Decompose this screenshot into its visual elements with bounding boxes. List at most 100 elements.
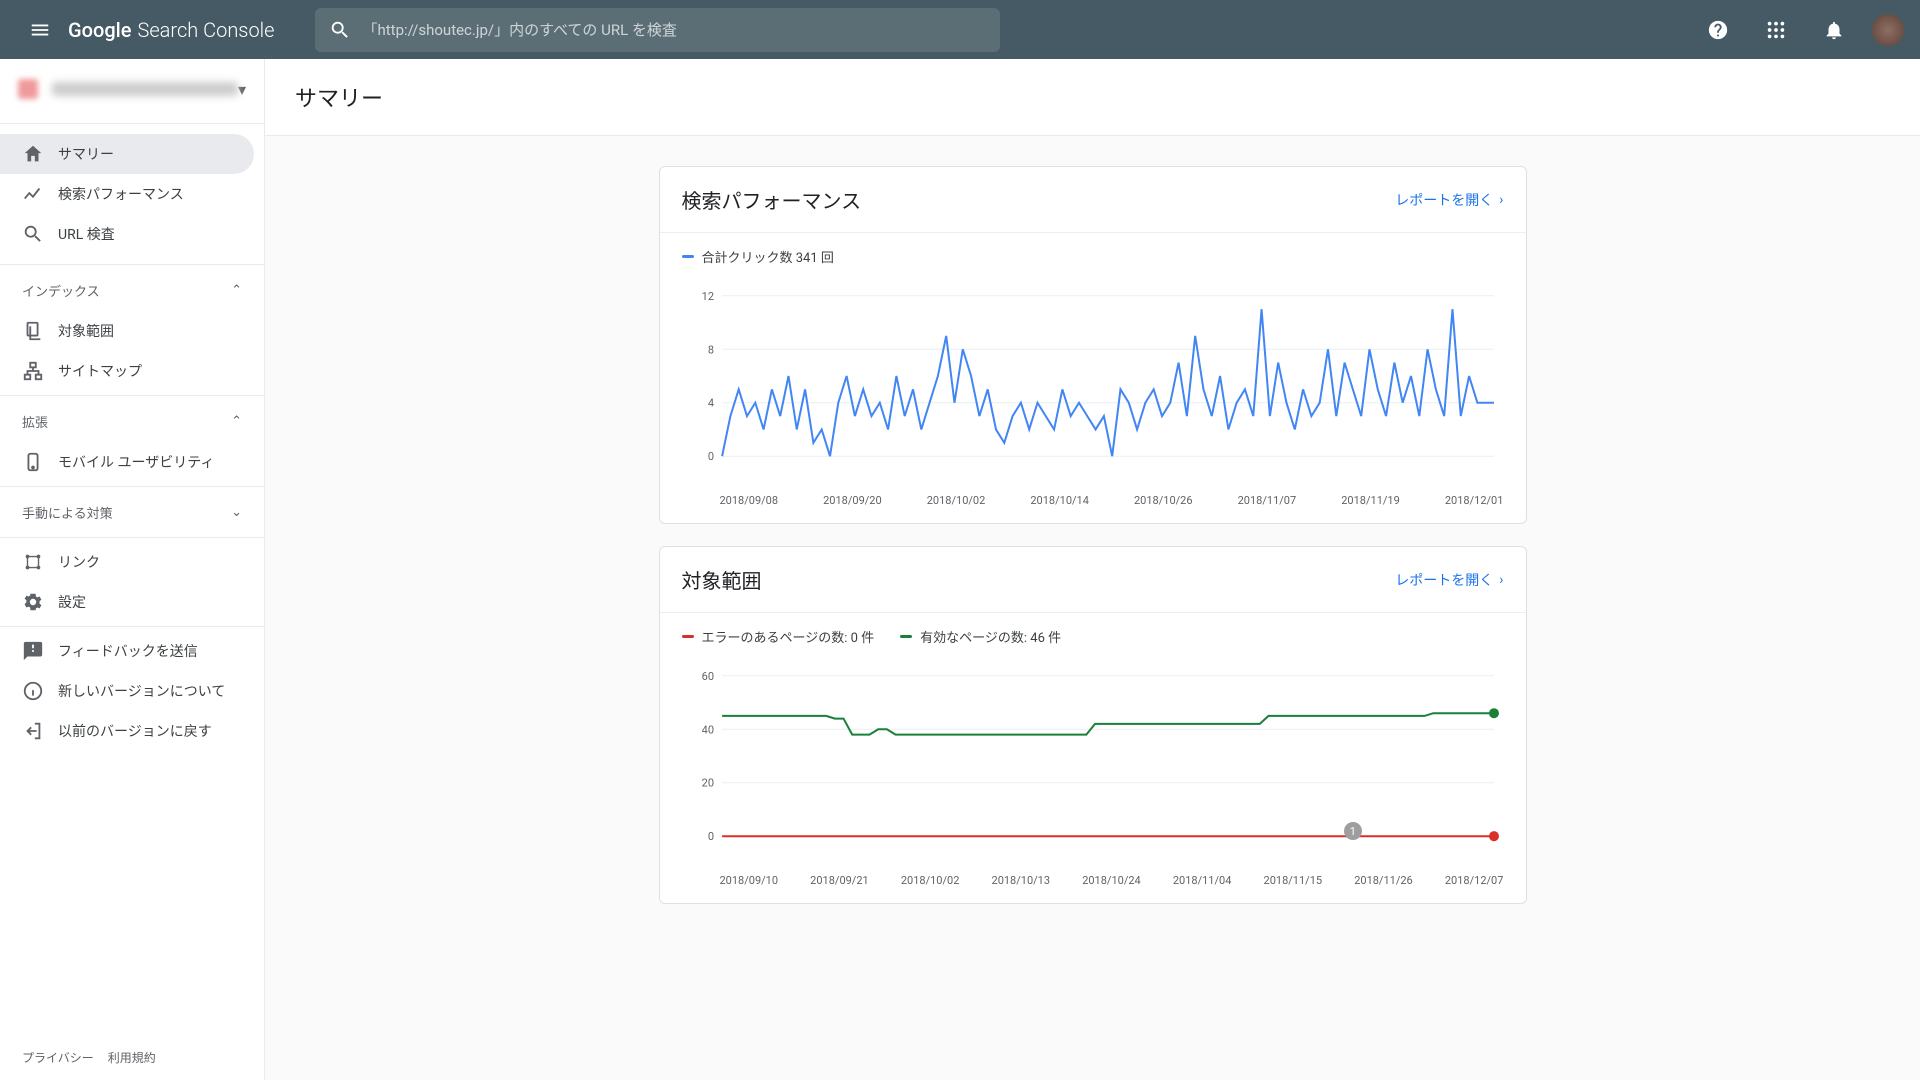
home-icon (22, 143, 44, 165)
perf-xaxis: 2018/09/082018/09/202018/10/022018/10/14… (660, 490, 1526, 523)
bell-icon (1823, 19, 1845, 41)
search-box[interactable] (315, 8, 1000, 52)
links-icon (22, 551, 44, 573)
property-picker[interactable]: ▾ (0, 59, 264, 119)
svg-text:60: 60 (701, 670, 713, 683)
section-enhancements[interactable]: 拡張 ⌃ (0, 400, 264, 442)
nav-label: URL 検査 (58, 224, 115, 244)
legend-label: 合計クリック数 341 回 (702, 247, 834, 266)
svg-text:0: 0 (707, 450, 713, 463)
chevron-right-icon: › (1499, 572, 1503, 588)
nav-url-inspect[interactable]: URL 検査 (0, 214, 264, 254)
chevron-right-icon: › (1499, 192, 1503, 208)
logo-product: Search Console (137, 18, 274, 42)
nav-performance[interactable]: 検索パフォーマンス (0, 174, 264, 214)
header-actions (1698, 10, 1904, 50)
open-report-link[interactable]: レポートを開く › (1395, 190, 1503, 210)
section-index[interactable]: インデックス ⌃ (0, 269, 264, 311)
performance-chart: 0 4 8 12 (682, 276, 1504, 476)
open-report-label: レポートを開く (1395, 570, 1493, 590)
nav-sitemaps[interactable]: サイトマップ (0, 351, 264, 391)
help-button[interactable] (1698, 10, 1738, 50)
search-icon (22, 223, 44, 245)
sidebar-footer: プライバシー 利用規約 (0, 1035, 264, 1080)
open-report-label: レポートを開く (1395, 190, 1493, 210)
nav-label: フィードバックを送信 (58, 641, 198, 661)
logo: Google Search Console (68, 18, 275, 42)
section-label: インデックス (22, 281, 100, 300)
nav-label: 対象範囲 (58, 321, 114, 341)
pages-icon (22, 320, 44, 342)
nav-label: 新しいバージョンについて (58, 681, 225, 701)
gear-icon (22, 591, 44, 613)
nav-label: サマリー (58, 144, 114, 164)
coverage-chart: 0 20 40 60 (682, 656, 1504, 856)
nav-about-new[interactable]: 新しいバージョンについて (0, 671, 264, 711)
nav-summary[interactable]: サマリー (0, 134, 254, 174)
svg-text:20: 20 (701, 777, 713, 790)
property-name (52, 82, 238, 96)
trend-icon (22, 183, 44, 205)
help-icon (1707, 19, 1729, 41)
search-icon (329, 19, 351, 41)
apps-button[interactable] (1756, 10, 1796, 50)
nav-label: サイトマップ (58, 361, 142, 381)
sitemap-icon (22, 360, 44, 382)
svg-text:8: 8 (707, 343, 713, 356)
main-content: サマリー 検索パフォーマンス レポートを開く › 合計クリック数 341 回 (265, 59, 1920, 1080)
nav-coverage[interactable]: 対象範囲 (0, 311, 264, 351)
feedback-icon (22, 640, 44, 662)
section-label: 拡張 (22, 412, 48, 431)
sidebar: ▾ サマリー 検索パフォーマンス URL 検査 インデックス ⌃ 対象範囲 (0, 59, 265, 1080)
menu-button[interactable] (16, 6, 64, 54)
chevron-down-icon: ⌄ (231, 505, 242, 520)
svg-text:4: 4 (707, 397, 713, 410)
app-header: Google Search Console (0, 0, 1920, 59)
nav-settings[interactable]: 設定 (0, 582, 264, 622)
legend-label: 有効なページの数: 46 件 (920, 627, 1061, 646)
nav-label: モバイル ユーザビリティ (58, 452, 214, 472)
privacy-link[interactable]: プライバシー (22, 1049, 94, 1066)
hamburger-icon (29, 19, 51, 41)
nav-old-version[interactable]: 以前のバージョンに戻す (0, 711, 264, 751)
svg-text:0: 0 (707, 830, 713, 843)
search-input[interactable] (363, 21, 986, 39)
section-manual[interactable]: 手動による対策 ⌄ (0, 491, 264, 533)
account-avatar[interactable] (1872, 14, 1904, 46)
open-report-link[interactable]: レポートを開く › (1395, 570, 1503, 590)
terms-link[interactable]: 利用規約 (108, 1049, 156, 1066)
chevron-up-icon: ⌃ (231, 283, 242, 298)
exit-icon (22, 720, 44, 742)
nav-label: 設定 (58, 592, 86, 612)
cov-xaxis: 2018/09/102018/09/212018/10/022018/10/13… (660, 870, 1526, 903)
nav-label: 以前のバージョンに戻す (58, 721, 212, 741)
legend-total-clicks: 合計クリック数 341 回 (682, 247, 834, 266)
chevron-up-icon: ⌃ (231, 414, 242, 429)
legend-error-pages: エラーのあるページの数: 0 件 (682, 627, 875, 646)
legend-valid-pages: 有効なページの数: 46 件 (900, 627, 1061, 646)
legend-label: エラーのあるページの数: 0 件 (702, 627, 875, 646)
apps-icon (1765, 19, 1787, 41)
performance-card: 検索パフォーマンス レポートを開く › 合計クリック数 341 回 0 4 8 12 (659, 166, 1527, 524)
property-favicon (18, 79, 38, 99)
event-marker[interactable]: 1 (1344, 822, 1362, 840)
nav-links[interactable]: リンク (0, 542, 264, 582)
nav-mobile-usability[interactable]: モバイル ユーザビリティ (0, 442, 264, 482)
legend-color-icon (900, 635, 912, 638)
mobile-icon (22, 451, 44, 473)
nav-label: 検索パフォーマンス (58, 184, 184, 204)
caret-down-icon: ▾ (238, 80, 246, 99)
legend-color-icon (682, 255, 694, 258)
page-title: サマリー (265, 59, 1920, 136)
notifications-button[interactable] (1814, 10, 1854, 50)
nav-feedback[interactable]: フィードバックを送信 (0, 631, 264, 671)
nav-label: リンク (58, 552, 100, 572)
card-title: 対象範囲 (682, 565, 762, 594)
card-title: 検索パフォーマンス (682, 185, 862, 214)
svg-text:12: 12 (701, 290, 713, 303)
section-label: 手動による対策 (22, 503, 113, 522)
legend-color-icon (682, 635, 694, 638)
info-icon (22, 680, 44, 702)
svg-text:40: 40 (701, 723, 713, 736)
coverage-card: 対象範囲 レポートを開く › エラーのあるページの数: 0 件 (659, 546, 1527, 904)
